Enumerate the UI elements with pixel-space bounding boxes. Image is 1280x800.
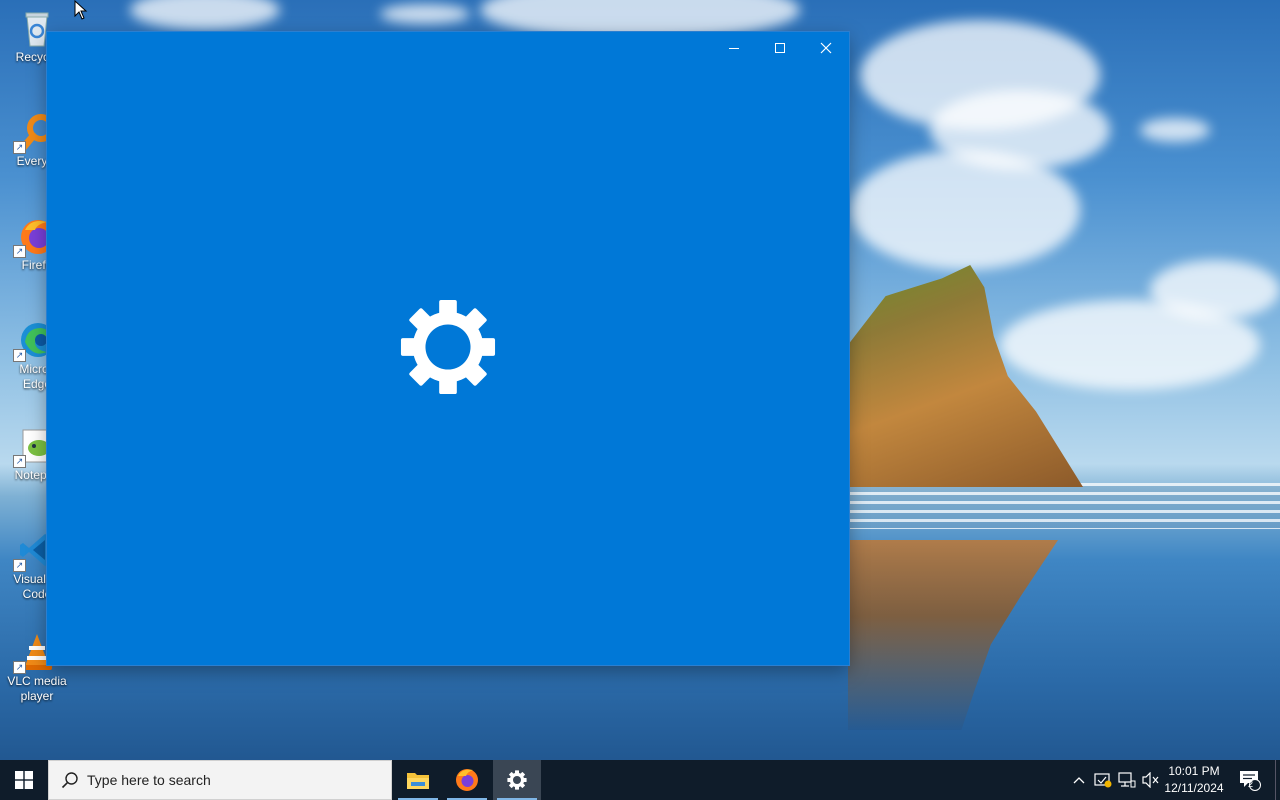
taskbar-firefox[interactable] — [443, 760, 491, 800]
clock-time: 10:01 PM — [1168, 764, 1220, 778]
windows-logo-icon — [15, 771, 33, 789]
chevron-up-icon — [1073, 777, 1085, 784]
shortcut-arrow-icon: ↗ — [13, 455, 26, 468]
tray-network-button[interactable] — [1116, 760, 1138, 800]
security-icon — [1094, 773, 1112, 788]
action-center-button[interactable]: 2 — [1232, 760, 1268, 800]
network-icon — [1118, 772, 1136, 788]
file-explorer-icon — [407, 773, 429, 789]
maximize-button[interactable] — [757, 32, 803, 64]
taskbar-search-box[interactable]: Type here to search — [48, 760, 392, 800]
show-desktop-button[interactable] — [1275, 760, 1280, 800]
search-placeholder: Type here to search — [87, 772, 211, 788]
notification-count-badge: 2 — [1247, 779, 1253, 789]
mouse-cursor-icon — [74, 0, 88, 20]
minimize-icon — [729, 48, 739, 49]
shortcut-arrow-icon: ↗ — [13, 141, 26, 154]
window-controls — [711, 32, 849, 64]
desktop-icon-label: VLC media player — [7, 674, 67, 703]
gear-icon — [400, 299, 496, 395]
shortcut-arrow-icon: ↗ — [13, 559, 26, 572]
shortcut-arrow-icon: ↗ — [13, 661, 26, 674]
settings-gear-icon — [507, 770, 527, 790]
shortcut-arrow-icon: ↗ — [13, 349, 26, 362]
taskbar-settings[interactable] — [493, 760, 541, 800]
taskbar: Type here to search 10:01 PM 12/11/2024 … — [0, 760, 1280, 800]
minimize-button[interactable] — [711, 32, 757, 64]
close-button[interactable] — [803, 32, 849, 64]
shortcut-arrow-icon: ↗ — [13, 245, 26, 258]
search-icon — [61, 772, 78, 789]
clock-date: 12/11/2024 — [1164, 781, 1224, 795]
firefox-icon — [456, 769, 478, 791]
tray-security-button[interactable] — [1092, 760, 1114, 800]
start-button[interactable] — [0, 760, 48, 800]
tray-overflow-button[interactable] — [1068, 760, 1090, 800]
taskbar-file-explorer[interactable] — [394, 760, 442, 800]
maximize-icon — [775, 43, 785, 53]
taskbar-clock[interactable]: 10:01 PM 12/11/2024 — [1158, 763, 1230, 797]
close-icon — [820, 42, 832, 54]
settings-window[interactable] — [47, 32, 849, 665]
